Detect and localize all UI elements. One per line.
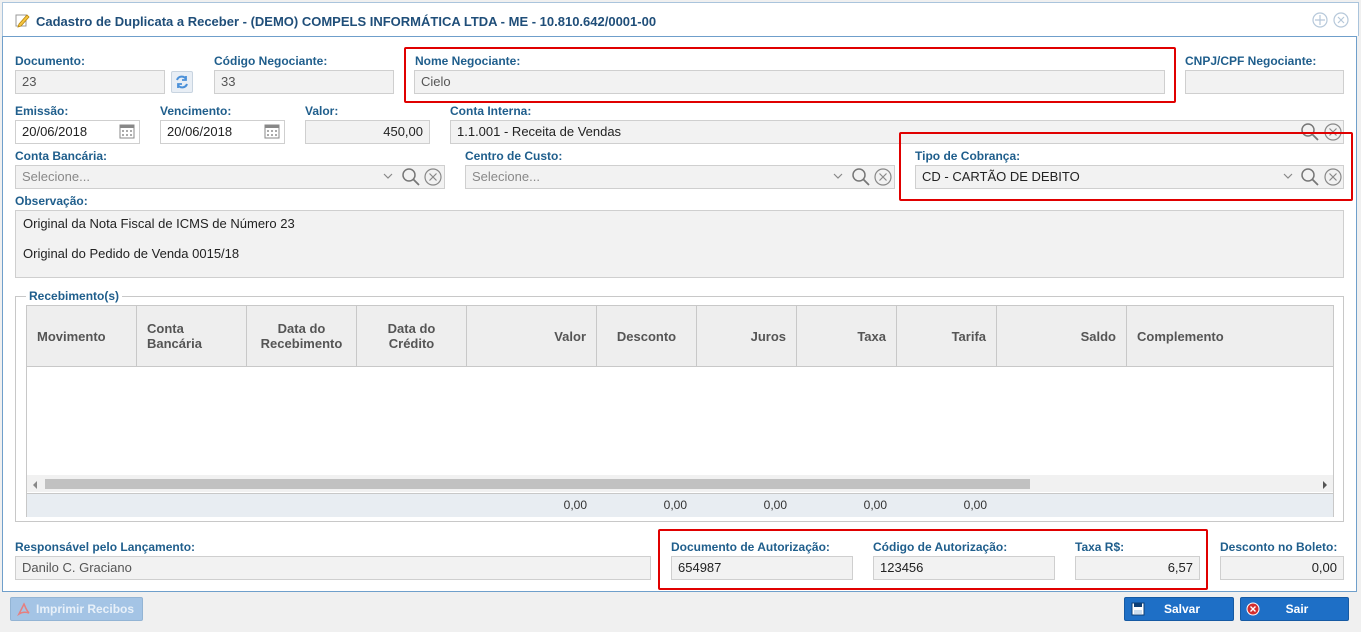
documento-label: Documento:: [15, 54, 85, 68]
search-icon[interactable]: [401, 167, 421, 187]
column-header[interactable]: Data do Recebimento: [247, 306, 357, 366]
recebimentos-grid: Movimento Conta Bancária Data do Recebim…: [26, 305, 1334, 517]
observacao-line: Original do Pedido de Venda 0015/18: [23, 246, 240, 261]
horizontal-scrollbar[interactable]: [27, 475, 1333, 492]
pdf-icon: [16, 601, 32, 617]
observacao-line: Original da Nota Fiscal de ICMS de Númer…: [23, 216, 295, 231]
column-header[interactable]: Tarifa: [897, 306, 997, 366]
conta-bancaria-select[interactable]: Selecione...: [15, 165, 445, 189]
arrow-left-icon[interactable]: [31, 478, 39, 493]
arrow-right-icon[interactable]: [1321, 478, 1329, 493]
imprimir-label: Imprimir Recibos: [36, 602, 135, 616]
refresh-icon[interactable]: [171, 71, 193, 93]
calendar-icon[interactable]: [118, 122, 138, 142]
codigo-negociante-label: Código Negociante:: [214, 54, 328, 68]
conta-bancaria-label: Conta Bancária:: [15, 149, 108, 163]
responsavel-label: Responsável pelo Lançamento:: [15, 540, 196, 554]
exit-icon: [1246, 602, 1260, 616]
highlight-autorizacao: [658, 529, 1208, 590]
column-header[interactable]: Taxa: [797, 306, 897, 366]
total-juros: 0,00: [763, 498, 787, 512]
salvar-label: Salvar: [1163, 602, 1201, 616]
edit-icon: [14, 12, 30, 31]
maximize-icon[interactable]: [1312, 12, 1328, 31]
grid-header: Movimento Conta Bancária Data do Recebim…: [27, 306, 1333, 367]
recebimentos-legend: Recebimento(s): [26, 289, 123, 303]
sair-label: Sair: [1285, 602, 1309, 616]
clear-icon[interactable]: [873, 167, 893, 187]
duplicata-window: Cadastro de Duplicata a Receber - (DEMO)…: [0, 0, 1361, 632]
total-desconto: 0,00: [663, 498, 687, 512]
sair-button[interactable]: Sair: [1240, 597, 1349, 621]
valor-label: Valor:: [305, 104, 339, 118]
highlight-tipo-cobranca: [899, 132, 1353, 201]
desconto-boleto-label: Desconto no Boleto:: [1220, 540, 1338, 554]
chevron-down-icon[interactable]: [832, 167, 844, 188]
salvar-button[interactable]: Salvar: [1124, 597, 1234, 621]
column-header[interactable]: Valor: [467, 306, 597, 366]
observacao-textarea[interactable]: Original da Nota Fiscal de ICMS de Númer…: [15, 210, 1344, 278]
column-header[interactable]: Desconto: [597, 306, 697, 366]
column-header[interactable]: Juros: [697, 306, 797, 366]
total-taxa: 0,00: [863, 498, 887, 512]
window-titlebar: Cadastro de Duplicata a Receber - (DEMO)…: [2, 2, 1359, 36]
scrollbar-thumb[interactable]: [45, 479, 1030, 489]
search-icon[interactable]: [851, 167, 871, 187]
valor-field[interactable]: 450,00: [305, 120, 430, 144]
documento-field[interactable]: 23: [15, 70, 165, 94]
desconto-boleto-field[interactable]: 0,00: [1220, 556, 1344, 580]
responsavel-field[interactable]: Danilo C. Graciano: [15, 556, 651, 580]
cnpj-negociante-label: CNPJ/CPF Negociante:: [1185, 54, 1317, 68]
observacao-label: Observação:: [15, 194, 88, 208]
codigo-negociante-field[interactable]: 33: [214, 70, 394, 94]
centro-custo-label: Centro de Custo:: [465, 149, 563, 163]
imprimir-recibos-button[interactable]: Imprimir Recibos: [10, 597, 143, 621]
column-header[interactable]: Complemento: [1127, 306, 1333, 366]
window-title: Cadastro de Duplicata a Receber - (DEMO)…: [36, 14, 657, 29]
save-icon: [1131, 602, 1145, 616]
cnpj-negociante-field[interactable]: [1185, 70, 1344, 94]
close-icon[interactable]: [1333, 12, 1349, 31]
vencimento-label: Vencimento:: [160, 104, 232, 118]
calendar-icon[interactable]: [263, 122, 283, 142]
clear-icon[interactable]: [423, 167, 443, 187]
chevron-down-icon[interactable]: [382, 167, 394, 188]
centro-custo-select[interactable]: Selecione...: [465, 165, 895, 189]
emissao-label: Emissão:: [15, 104, 69, 118]
column-header[interactable]: Data do Crédito: [357, 306, 467, 366]
grid-totals-row: 0,00 0,00 0,00 0,00 0,00: [27, 493, 1333, 517]
column-header[interactable]: Conta Bancária: [137, 306, 247, 366]
highlight-nome-negociante: [404, 47, 1176, 103]
column-header[interactable]: Movimento: [27, 306, 137, 366]
total-tarifa: 0,00: [963, 498, 987, 512]
total-valor: 0,00: [563, 498, 587, 512]
column-header[interactable]: Saldo: [997, 306, 1127, 366]
conta-interna-label: Conta Interna:: [450, 104, 532, 118]
